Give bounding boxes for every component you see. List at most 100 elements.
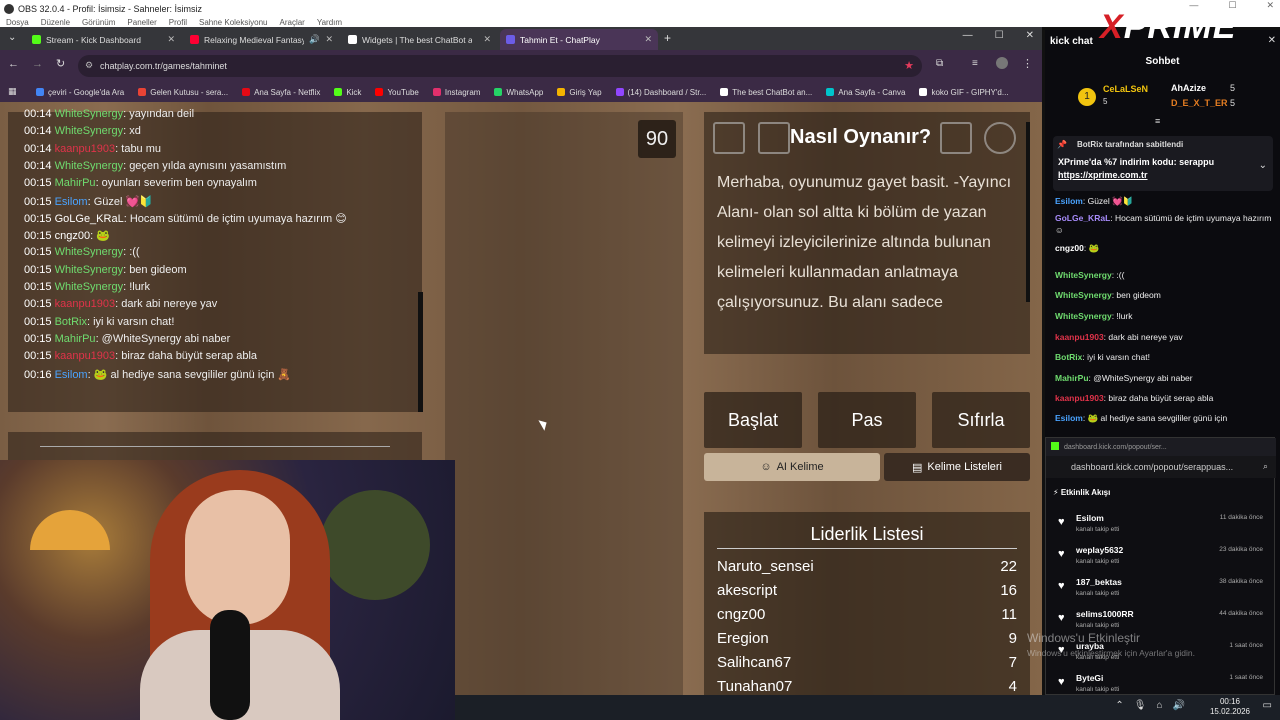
bookmark-item[interactable]: YouTube (375, 88, 419, 97)
chat-user[interactable]: WhiteSynergy (55, 125, 123, 137)
kick-chat-user[interactable]: MahirPu (1055, 373, 1089, 383)
chat-user[interactable]: WhiteSynergy (55, 160, 123, 172)
menu-item[interactable]: Araçlar (280, 18, 305, 27)
close-icon[interactable]: ✕ (1026, 30, 1034, 41)
microphone-icon[interactable]: 🎙 (1134, 700, 1147, 711)
kick-chat-user[interactable]: WhiteSynergy (1055, 270, 1112, 280)
url-input[interactable]: ⚙ chatplay.com.tr/games/tahminet ★ (78, 55, 922, 77)
tab-list-chevron-icon[interactable]: ⌄ (8, 32, 16, 43)
gear-icon[interactable] (984, 122, 1016, 154)
clock[interactable]: 00:16 15.02.2026 (1210, 697, 1250, 717)
kick-chat-user[interactable]: Esilom (1055, 413, 1083, 423)
menu-item[interactable]: Görünüm (82, 18, 115, 27)
bookmark-item[interactable]: Kick (334, 88, 361, 97)
notification-icon[interactable]: ▭ (1263, 700, 1272, 711)
kick-chat-user[interactable]: Esilom (1055, 196, 1083, 206)
bookmark-item[interactable]: Ana Sayfa - Netflix (242, 88, 320, 97)
exit-icon[interactable] (940, 122, 972, 154)
kick-chat-user[interactable]: WhiteSynergy (1055, 311, 1112, 321)
bookmark-item[interactable]: koko GIF - GIPHY'd... (919, 88, 1009, 97)
chevron-up-icon[interactable]: ⌃ (1115, 700, 1123, 711)
event-user[interactable]: Esilom (1076, 513, 1104, 523)
kick-chat-user[interactable]: GoLGe_KRaL (1055, 213, 1110, 223)
bookmark-item[interactable]: Ana Sayfa - Canva (826, 88, 905, 97)
chat-user[interactable]: kaanpu1903 (55, 298, 116, 310)
chat-user[interactable]: Esilom (55, 369, 88, 381)
kick-chat-user[interactable]: kaanpu1903 (1055, 332, 1104, 342)
menu-item[interactable]: Düzenle (41, 18, 70, 27)
bookmark-item[interactable]: Instagram (432, 88, 480, 97)
start-button[interactable]: Başlat (704, 392, 802, 448)
pass-button[interactable]: Pas (818, 392, 916, 448)
fullscreen-icon[interactable] (713, 122, 745, 154)
kick-chat-user[interactable]: cngz00 (1055, 243, 1084, 253)
menu-dots-icon[interactable]: ⋮ (1022, 57, 1033, 70)
chat-user[interactable]: BotRix (55, 316, 87, 328)
pinned-link[interactable]: https://xprime.com.tr (1058, 170, 1148, 180)
close-icon[interactable]: ✕ (1266, 0, 1274, 11)
menu-item[interactable]: Profil (169, 18, 187, 27)
kick-chat-user[interactable]: kaanpu1903 (1055, 393, 1104, 403)
menu-item[interactable]: Sahne Koleksiyonu (199, 18, 268, 27)
bookmark-item[interactable]: Gelen Kutusu - sera... (138, 88, 228, 97)
bookmark-item[interactable]: WhatsApp (494, 88, 543, 97)
maximize-icon[interactable]: ☐ (995, 30, 1004, 41)
close-tab-icon[interactable]: ✕ (483, 34, 491, 45)
chat-user[interactable]: kaanpu1903 (55, 143, 116, 155)
speaker-icon[interactable]: 🔊 (309, 34, 320, 45)
tab-widgets[interactable]: Widgets | The best ChatBot and ✕ (342, 29, 497, 50)
chat-user[interactable]: cngz00 (55, 230, 90, 242)
chat-user[interactable]: Esilom (55, 196, 88, 208)
event-user[interactable]: 187_bektas (1076, 577, 1122, 587)
event-user[interactable]: selims1000RR (1076, 609, 1134, 619)
howto-scrollbar[interactable] (1026, 122, 1030, 302)
tab-youtube[interactable]: Relaxing Medieval Fantasy M 🔊 ✕ (184, 29, 339, 50)
event-user[interactable]: ByteGi (1076, 673, 1103, 683)
menu-item[interactable]: Dosya (6, 18, 29, 27)
event-user[interactable]: weplay5632 (1076, 545, 1123, 555)
supporter-name[interactable]: D_E_X_T_ER (1171, 98, 1228, 108)
reload-icon[interactable]: ↻ (56, 57, 65, 70)
close-tab-icon[interactable]: ✕ (325, 34, 333, 45)
chat-user[interactable]: MahirPu (55, 177, 96, 189)
close-icon[interactable]: ✕ (1268, 35, 1276, 46)
chat-user[interactable]: kaanpu1903 (55, 350, 116, 362)
extensions-icon[interactable]: ⧉ (936, 58, 943, 69)
media-icon[interactable]: ≡ (972, 58, 978, 69)
profile-avatar[interactable] (996, 57, 1008, 69)
menu-item[interactable]: Paneller (127, 18, 156, 27)
bookmark-item[interactable]: çeviri - Google'da Ara (36, 88, 124, 97)
collapse-icon[interactable]: ≡ (1155, 116, 1160, 126)
supporter-name[interactable]: AhAzize (1171, 83, 1206, 93)
site-info-icon[interactable]: ⚙ (85, 60, 93, 71)
menu-item[interactable]: Yardım (317, 18, 342, 27)
supporter-name[interactable]: CeLaLSeN (1103, 84, 1148, 94)
apps-grid-icon[interactable]: ▦ (8, 86, 17, 97)
search-icon[interactable]: ⌕ (1263, 461, 1268, 472)
forward-icon[interactable]: → (32, 58, 43, 70)
close-tab-icon[interactable]: ✕ (167, 34, 175, 45)
reset-button[interactable]: Sıfırla (932, 392, 1030, 448)
bookmark-item[interactable]: (14) Dashboard / Str... (615, 88, 706, 97)
chat-user[interactable]: MahirPu (55, 333, 96, 345)
document-icon[interactable] (758, 122, 790, 154)
tab-tahmin-et[interactable]: Tahmin Et - ChatPlay ✕ (500, 29, 658, 50)
kick-chat-user[interactable]: WhiteSynergy (1055, 290, 1112, 300)
chat-user[interactable]: WhiteSynergy (55, 108, 123, 120)
bookmark-item[interactable]: The best ChatBot an... (720, 88, 812, 97)
network-icon[interactable]: ⌂ (1157, 700, 1163, 711)
bookmark-star-icon[interactable]: ★ (904, 59, 914, 72)
chevron-down-icon[interactable]: ⌄ (1259, 160, 1267, 171)
chat-user[interactable]: WhiteSynergy (55, 264, 123, 276)
chat-user[interactable]: WhiteSynergy (55, 246, 123, 258)
kick-chat-user[interactable]: BotRix (1055, 352, 1082, 362)
close-tab-icon[interactable]: ✕ (644, 34, 652, 45)
back-icon[interactable]: ← (8, 58, 19, 70)
bookmark-item[interactable]: Giriş Yap (557, 88, 602, 97)
minimize-icon[interactable]: — (963, 30, 973, 41)
new-tab-icon[interactable]: + (664, 31, 671, 45)
chat-scrollbar[interactable] (418, 292, 423, 412)
volume-icon[interactable]: 🔊 (1173, 700, 1185, 711)
tab-kick-dashboard[interactable]: Stream - Kick Dashboard ✕ (26, 29, 181, 50)
chat-user[interactable]: WhiteSynergy (55, 281, 123, 293)
